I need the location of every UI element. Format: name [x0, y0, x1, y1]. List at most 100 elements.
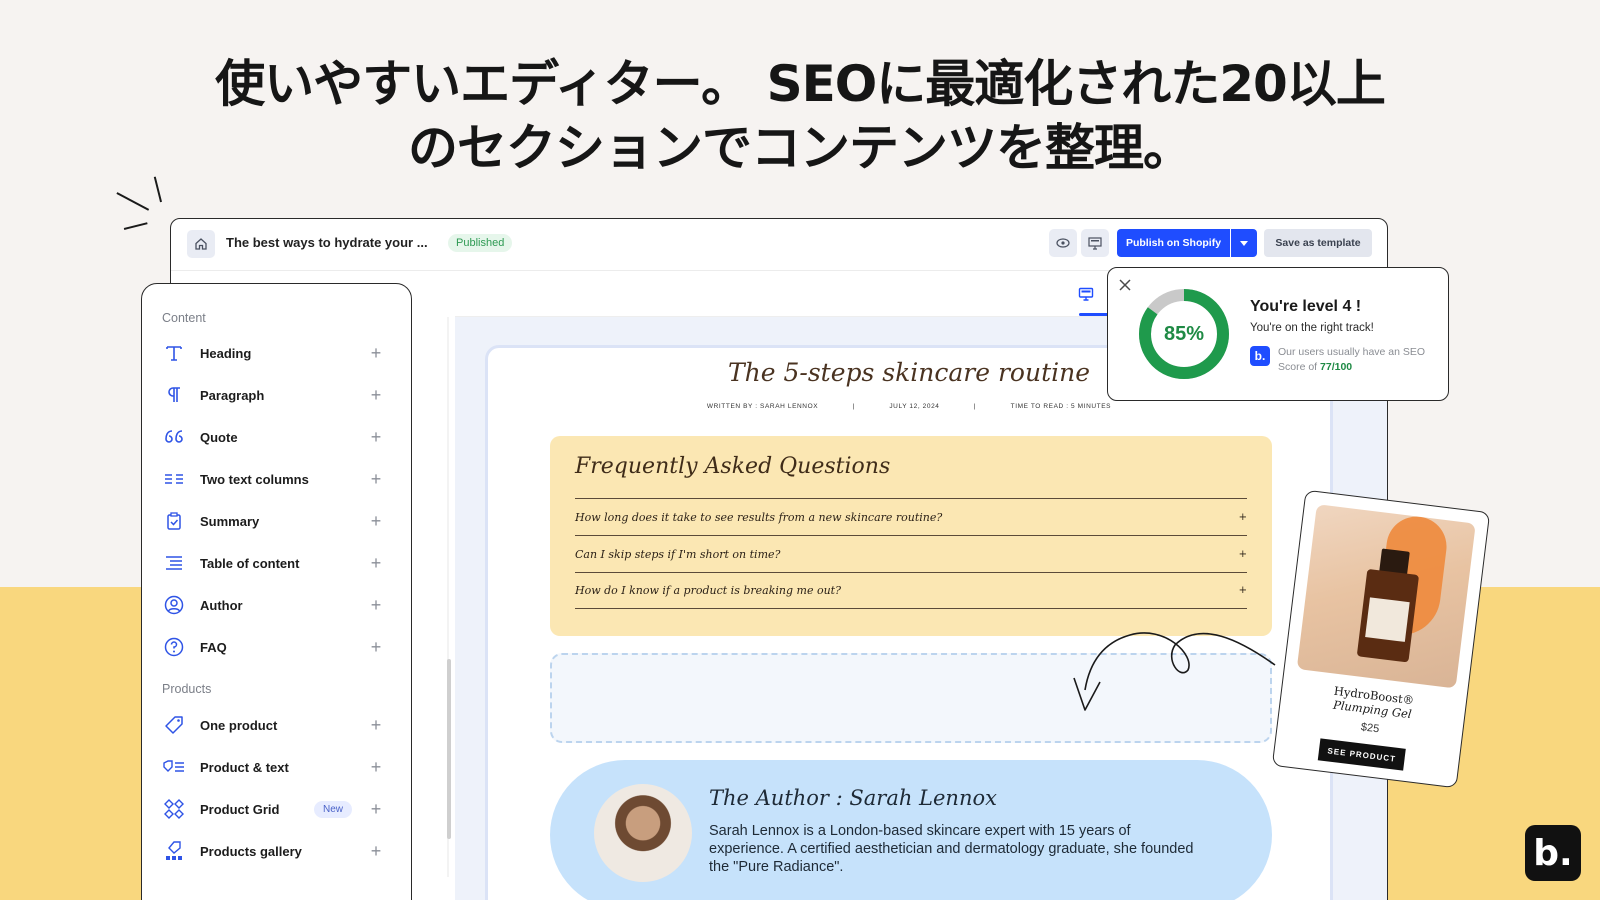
meta-date: JULY 12, 2024 — [889, 403, 940, 410]
add-icon[interactable]: + — [368, 715, 384, 736]
sidebar-item-product-grid[interactable]: Product Grid New + — [162, 794, 384, 824]
sidebar-item-paragraph[interactable]: Paragraph + — [162, 380, 384, 410]
meta-separator: | — [973, 403, 977, 410]
clipboard-icon — [162, 509, 186, 533]
add-icon[interactable]: + — [368, 841, 384, 862]
editor-topbar: The best ways to hydrate your ... Publis… — [171, 219, 1387, 271]
author-section[interactable]: The Author : Sarah Lennox Sarah Lennox i… — [550, 760, 1272, 900]
faq-question[interactable]: How do I know if a product is breaking m… — [575, 572, 1247, 609]
eye-icon — [1056, 238, 1070, 248]
user-icon — [162, 593, 186, 617]
sidebar-item-label: Heading — [200, 345, 252, 361]
columns-icon — [162, 467, 186, 491]
faq-question-text: How long does it take to see results fro… — [575, 510, 943, 524]
content-section-heading: Content — [162, 311, 206, 325]
sidebar-item-label: FAQ — [200, 639, 227, 655]
add-icon[interactable]: + — [368, 799, 384, 820]
scrollbar-thumb[interactable] — [447, 659, 451, 839]
seo-note: Our users usually have an SEO Score of 7… — [1278, 345, 1438, 375]
article-page: The 5-steps skincare routine WRITTEN BY … — [485, 345, 1333, 900]
sidebar-item-label: Table of content — [200, 555, 300, 571]
sparkle-line — [123, 222, 148, 230]
document-title: The best ways to hydrate your ... — [226, 235, 428, 250]
grid-icon — [162, 797, 186, 821]
sidebar-item-faq[interactable]: FAQ + — [162, 632, 384, 662]
seo-average-score: 77/100 — [1320, 361, 1353, 373]
tag-text-icon — [162, 755, 186, 779]
add-icon[interactable]: + — [368, 511, 384, 532]
sidebar-item-label: Products gallery — [200, 843, 302, 859]
sidebar-item-summary[interactable]: Summary + — [162, 506, 384, 536]
meta-read-time: TIME TO READ : 5 MINUTES — [1010, 403, 1112, 410]
gallery-icon — [162, 839, 186, 863]
monitor-icon — [1088, 236, 1102, 250]
faq-section[interactable]: Frequently Asked Questions How long does… — [550, 436, 1272, 636]
headline-line-1: 使いやすいエディター。 SEOに最適化された20以上 — [215, 55, 1386, 113]
quote-icon — [162, 425, 186, 449]
add-icon[interactable]: + — [368, 427, 384, 448]
new-badge: New — [313, 800, 352, 818]
close-button[interactable] — [1116, 276, 1134, 294]
faq-question[interactable]: Can I skip steps if I'm short on time? + — [575, 535, 1247, 572]
brand-logo-small: b. — [1250, 346, 1270, 366]
seo-subtitle: You're on the right track! — [1250, 322, 1374, 334]
sidebar-item-label: Product & text — [200, 759, 289, 775]
status-badge: Published — [448, 234, 513, 252]
sidebar-item-quote[interactable]: Quote + — [162, 422, 384, 452]
seo-score-value: 85% — [1163, 322, 1205, 345]
add-icon[interactable]: + — [368, 469, 384, 490]
faq-question-text: How do I know if a product is breaking m… — [575, 584, 841, 597]
sidebar-item-products-gallery[interactable]: Products gallery + — [162, 836, 384, 866]
add-icon[interactable]: + — [368, 553, 384, 574]
seo-score-card: 85% You're level 4 ! You're on the right… — [1107, 267, 1449, 401]
sparkle-line — [116, 192, 150, 211]
desktop-preview-button[interactable] — [1081, 229, 1109, 257]
publish-on-shopify-button[interactable]: Publish on Shopify — [1117, 229, 1230, 257]
products-section-heading: Products — [162, 682, 212, 696]
author-avatar — [594, 784, 692, 882]
page-headline: 使いやすいエディター。 SEOに最適化された20以上 のセクションでコンテンツを… — [0, 52, 1600, 180]
brand-logo: b. — [1525, 825, 1581, 881]
close-icon — [1119, 279, 1131, 291]
article-meta: WRITTEN BY : SARAH LENNOX | JULY 12, 202… — [488, 403, 1330, 410]
sidebar-item-label: Two text columns — [200, 471, 309, 487]
sidebar-item-author[interactable]: Author + — [162, 590, 384, 620]
author-bio: Sarah Lennox is a London-based skincare … — [709, 823, 1194, 875]
author-name: The Author : Sarah Lennox — [709, 786, 997, 810]
add-icon[interactable]: + — [368, 757, 384, 778]
sidebar-item-heading[interactable]: Heading + — [162, 338, 384, 368]
home-button[interactable] — [187, 230, 215, 258]
save-as-template-button[interactable]: Save as template — [1264, 229, 1372, 257]
sparkle-line — [154, 176, 163, 203]
headline-line-2: のセクションでコンテンツを整理。 — [408, 119, 1193, 177]
expand-icon: + — [1238, 548, 1247, 560]
bottle-label — [1365, 597, 1410, 642]
see-product-button[interactable]: SEE PRODUCT — [1317, 738, 1406, 771]
question-icon — [162, 635, 186, 659]
sidebar-item-label: Quote — [200, 429, 238, 445]
add-icon[interactable]: + — [368, 637, 384, 658]
heading-icon — [162, 341, 186, 365]
publish-options-button[interactable] — [1231, 229, 1257, 257]
sidebar-item-table-of-content[interactable]: Table of content + — [162, 548, 384, 578]
sidebar-item-two-text-columns[interactable]: Two text columns + — [162, 464, 384, 494]
product-card[interactable]: HydroBoost® Plumping Gel $25 SEE PRODUCT — [1271, 489, 1491, 789]
sidebar-item-label: One product — [200, 717, 278, 733]
desktop-icon — [1078, 287, 1094, 301]
sidebar-item-label: Product Grid — [200, 801, 280, 817]
desktop-view-button[interactable] — [1073, 281, 1099, 307]
faq-title: Frequently Asked Questions — [575, 454, 891, 479]
blocks-sidebar: Content Heading + Paragraph + Quote + Tw… — [141, 283, 412, 900]
sidebar-item-one-product[interactable]: One product + — [162, 710, 384, 740]
add-icon[interactable]: + — [368, 595, 384, 616]
section-drop-zone[interactable] — [550, 653, 1272, 743]
add-icon[interactable]: + — [368, 343, 384, 364]
add-icon[interactable]: + — [368, 385, 384, 406]
preview-canvas: The 5-steps skincare routine WRITTEN BY … — [455, 317, 1387, 900]
meta-author: WRITTEN BY : SARAH LENNOX — [706, 403, 819, 410]
sidebar-item-product-text[interactable]: Product & text + — [162, 752, 384, 782]
product-image — [1296, 504, 1476, 689]
faq-question[interactable]: How long does it take to see results fro… — [575, 498, 1247, 535]
preview-button[interactable] — [1049, 229, 1077, 257]
faq-question-text: Can I skip steps if I'm short on time? — [575, 547, 781, 561]
